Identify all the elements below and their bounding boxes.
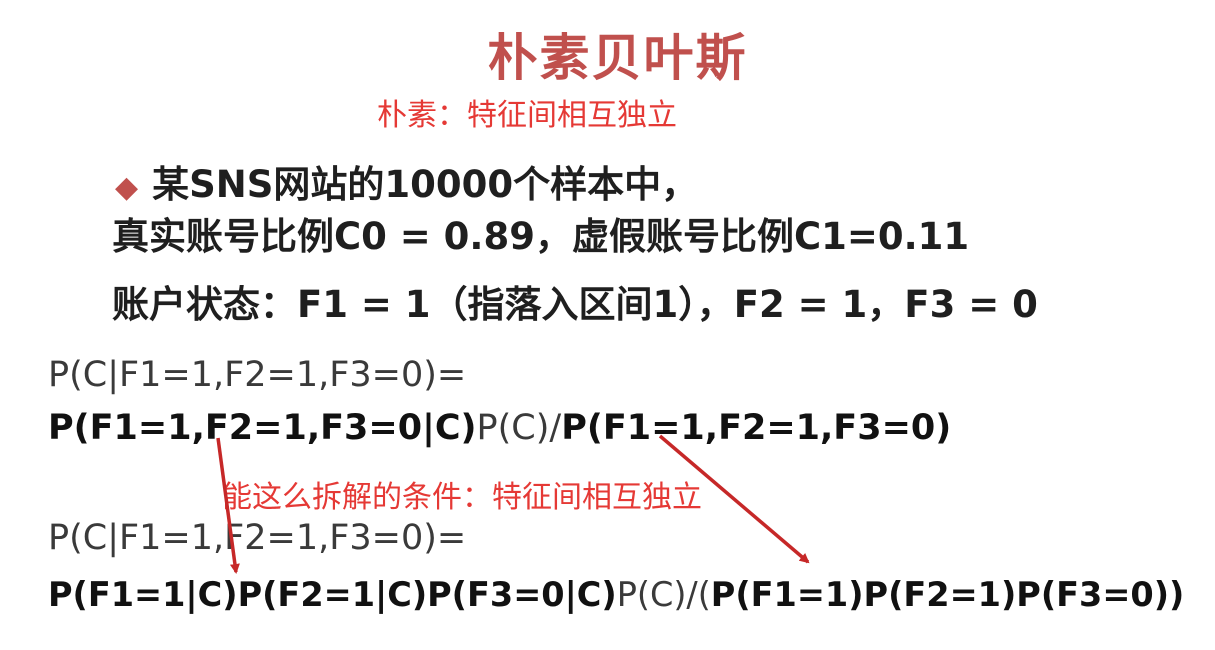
factored-likelihood-term: P(F1=1|C)P(F2=1|C)P(F3=0|C): [48, 575, 617, 614]
bullet-text: 某SNS网站的10000个样本中，: [152, 163, 699, 206]
prior-term-2: P(C)/(: [616, 575, 711, 614]
prior-term: P(C)/: [476, 408, 562, 448]
joint-evidence-term: P(F1=1,F2=1,F3=0): [561, 408, 952, 448]
naive-annotation: 朴素：特征间相互独立: [377, 98, 677, 133]
bullet-line: ◆ 某SNS网站的10000个样本中，: [115, 154, 698, 208]
diamond-bullet-icon: ◆: [115, 170, 139, 205]
ratio-line: 真实账号比例C0 = 0.89，虚假账号比例C1=0.11: [112, 215, 970, 258]
bayes-expansion-formula: P(F1=1,F2=1,F3=0|C)P(C)/P(F1=1,F2=1,F3=0…: [48, 408, 951, 448]
condition-annotation: 能这么拆解的条件：特征间相互独立: [222, 480, 702, 515]
joint-likelihood-term: P(F1=1,F2=1,F3=0|C): [48, 408, 477, 448]
posterior-formula-2: P(C|F1=1,F2=1,F3=0)=: [48, 518, 467, 558]
slide-title: 朴素贝叶斯: [487, 29, 748, 87]
posterior-formula-1: P(C|F1=1,F2=1,F3=0)=: [48, 355, 467, 395]
naive-expansion-formula: P(F1=1|C)P(F2=1|C)P(F3=0|C)P(C)/(P(F1=1)…: [48, 575, 1184, 614]
factored-evidence-term: P(F1=1)P(F2=1)P(F3=0)): [710, 575, 1185, 614]
account-state-line: 账户状态：F1 = 1（指落入区间1），F2 = 1，F3 = 0: [112, 283, 1038, 326]
